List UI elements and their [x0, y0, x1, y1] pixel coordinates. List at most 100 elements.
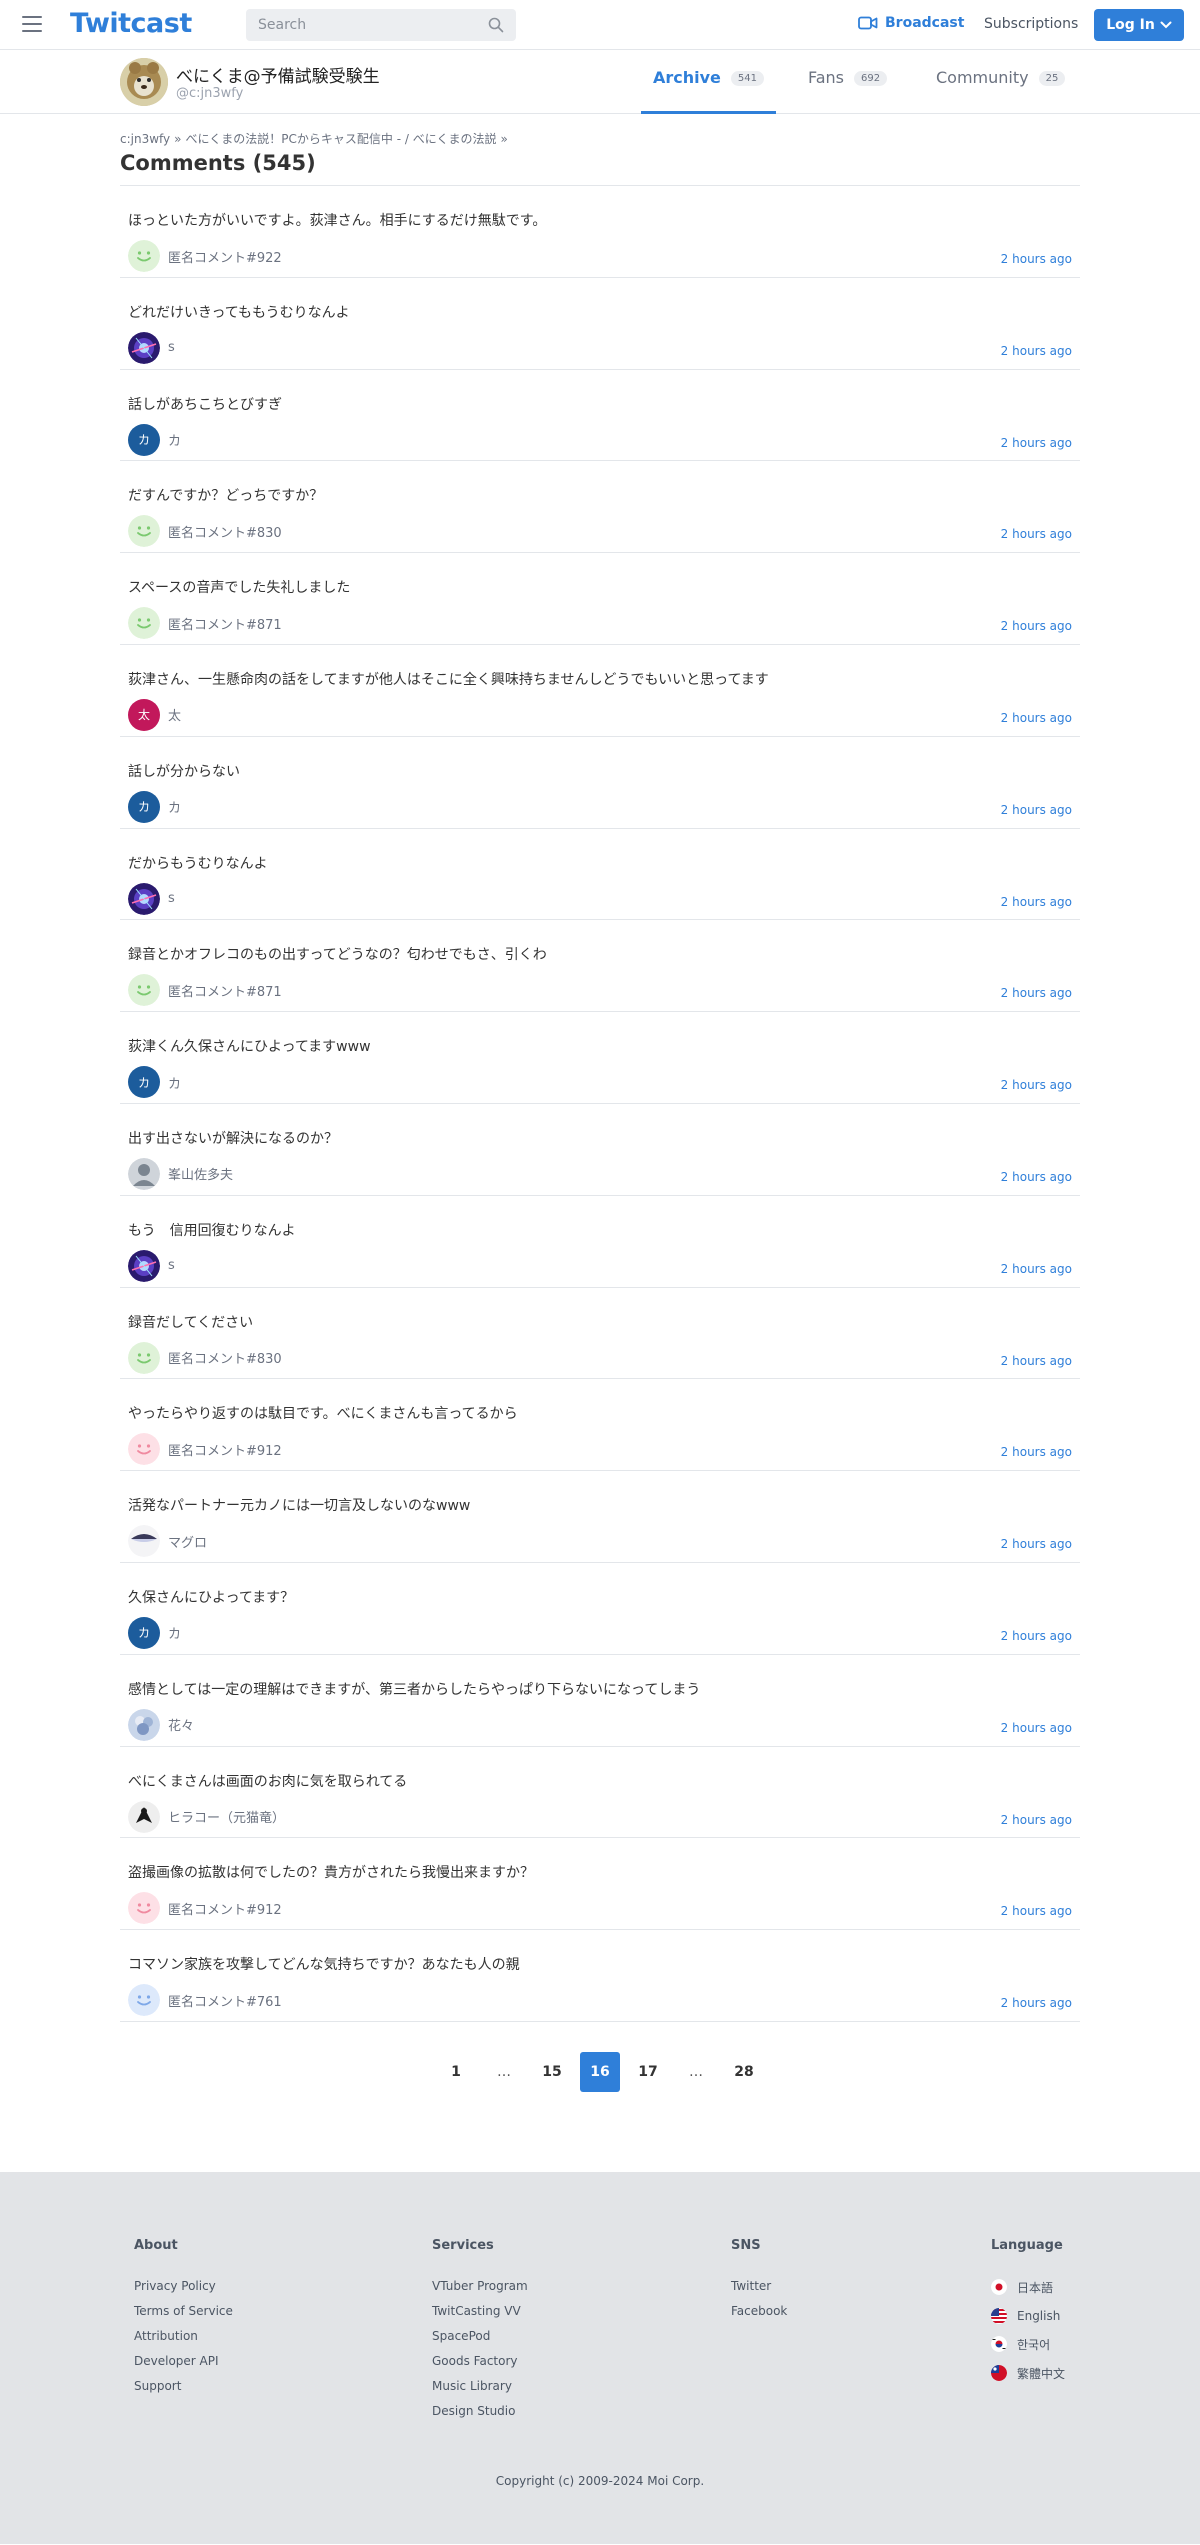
author-name[interactable]: 峯山佐多夫: [168, 1164, 233, 1183]
author-name[interactable]: 匿名コメント#871: [168, 981, 282, 1000]
language-option-ja[interactable]: 日本語: [991, 2279, 1065, 2296]
author-name[interactable]: カ: [168, 1623, 181, 1642]
comment-timestamp[interactable]: 2 hours ago: [1001, 527, 1072, 541]
comment-timestamp[interactable]: 2 hours ago: [1001, 1537, 1072, 1551]
author-name[interactable]: 匿名コメント#761: [168, 1991, 282, 2010]
footer-link[interactable]: Terms of Service: [134, 2304, 233, 2318]
comment-timestamp[interactable]: 2 hours ago: [1001, 803, 1072, 817]
tab-fans[interactable]: Fans 692: [808, 68, 888, 114]
author-name[interactable]: 匿名コメント#912: [168, 1440, 282, 1459]
menu-icon[interactable]: [22, 16, 42, 32]
author-name[interactable]: 匿名コメント#871: [168, 614, 282, 633]
language-option-zh-tw[interactable]: 繁體中文: [991, 2365, 1065, 2382]
footer-link[interactable]: Goods Factory: [432, 2354, 528, 2368]
footer-link[interactable]: Attribution: [134, 2329, 233, 2343]
language-option-ko[interactable]: 한국어: [991, 2336, 1065, 2353]
user-avatar[interactable]: [128, 1341, 160, 1374]
footer-link-twitter[interactable]: Twitter: [731, 2279, 787, 2293]
author-name[interactable]: 匿名コメント#922: [168, 247, 282, 266]
page-button[interactable]: 16: [580, 2051, 620, 2092]
author-name[interactable]: s: [168, 891, 175, 906]
page-button[interactable]: 15: [532, 2052, 572, 2092]
user-avatar[interactable]: カ: [128, 423, 160, 456]
profile-name[interactable]: べにくま@予備試験受験生: [176, 62, 380, 87]
footer-link[interactable]: Design Studio: [432, 2404, 528, 2418]
author-name[interactable]: ヒラコー（元猫竜）: [168, 1807, 285, 1826]
comment-timestamp[interactable]: 2 hours ago: [1001, 436, 1072, 450]
user-avatar[interactable]: [128, 240, 160, 272]
page-button[interactable]: 28: [724, 2052, 764, 2092]
footer-link-facebook[interactable]: Facebook: [731, 2304, 787, 2318]
user-avatar[interactable]: カ: [128, 1616, 160, 1649]
comment-timestamp[interactable]: 2 hours ago: [1001, 1721, 1072, 1735]
footer-link[interactable]: TwitCasting VV: [432, 2304, 528, 2318]
breadcrumb-item-user[interactable]: c:jn3wfy: [120, 132, 170, 146]
footer-link[interactable]: VTuber Program: [432, 2279, 528, 2293]
comment-timestamp[interactable]: 2 hours ago: [1001, 711, 1072, 725]
footer-link[interactable]: Support: [134, 2379, 233, 2393]
comment-timestamp[interactable]: 2 hours ago: [1001, 1629, 1072, 1643]
user-avatar[interactable]: カ: [128, 1066, 160, 1099]
comment-timestamp[interactable]: 2 hours ago: [1001, 1170, 1072, 1184]
user-avatar[interactable]: [128, 1708, 160, 1741]
user-avatar[interactable]: 太: [128, 698, 160, 731]
search-icon[interactable]: [488, 17, 504, 33]
author-name[interactable]: 太: [168, 705, 181, 724]
user-avatar[interactable]: [128, 1800, 160, 1833]
comment-timestamp[interactable]: 2 hours ago: [1001, 1813, 1072, 1827]
author-name[interactable]: 匿名コメント#912: [168, 1899, 282, 1918]
language-option-en[interactable]: English: [991, 2307, 1065, 2324]
comment-timestamp[interactable]: 2 hours ago: [1001, 1078, 1072, 1092]
search-input[interactable]: [258, 17, 488, 33]
comment-timestamp[interactable]: 2 hours ago: [1001, 1904, 1072, 1918]
author-name[interactable]: 匿名コメント#830: [168, 522, 282, 541]
comment-timestamp[interactable]: 2 hours ago: [1001, 1262, 1072, 1276]
user-avatar[interactable]: [128, 607, 160, 640]
user-avatar[interactable]: カ: [128, 790, 160, 823]
comment-timestamp[interactable]: 2 hours ago: [1001, 986, 1072, 1000]
footer-link[interactable]: Privacy Policy: [134, 2279, 233, 2293]
author-name[interactable]: s: [168, 340, 175, 355]
breadcrumb-item-movie[interactable]: べにくまの法説！PCからキャス配信中 - / べにくまの法説: [186, 132, 497, 146]
comment-timestamp[interactable]: 2 hours ago: [1001, 619, 1072, 633]
search-bar[interactable]: [246, 9, 516, 41]
tab-community[interactable]: Community 25: [936, 68, 1066, 114]
author-name[interactable]: s: [168, 1258, 175, 1273]
subscriptions-link[interactable]: Subscriptions: [984, 16, 1078, 32]
author-name[interactable]: マグロ: [168, 1532, 207, 1551]
footer-link[interactable]: SpacePod: [432, 2329, 528, 2343]
user-avatar[interactable]: [128, 1157, 160, 1190]
broadcast-button[interactable]: Broadcast: [858, 15, 964, 31]
footer-heading: SNS: [731, 2237, 761, 2253]
user-avatar[interactable]: [128, 1984, 160, 2017]
author-name[interactable]: 匿名コメント#830: [168, 1348, 282, 1367]
user-avatar[interactable]: [128, 1525, 160, 1558]
user-avatar[interactable]: [128, 331, 160, 364]
footer-link[interactable]: Developer API: [134, 2354, 233, 2368]
tab-archive[interactable]: Archive 541: [641, 68, 776, 114]
tab-count: 541: [730, 71, 764, 86]
comment-timestamp[interactable]: 2 hours ago: [1001, 1445, 1072, 1459]
comment-timestamp[interactable]: 2 hours ago: [1001, 1996, 1072, 2010]
author-name[interactable]: 花々: [168, 1715, 194, 1734]
user-avatar[interactable]: [128, 882, 160, 915]
user-avatar[interactable]: [128, 1433, 160, 1466]
footer-link[interactable]: Music Library: [432, 2379, 528, 2393]
author-name[interactable]: カ: [168, 430, 181, 449]
user-avatar[interactable]: [128, 974, 160, 1007]
author-name[interactable]: カ: [168, 1073, 181, 1092]
page-button[interactable]: 1: [436, 2052, 476, 2092]
profile-avatar[interactable]: [120, 58, 168, 106]
user-avatar[interactable]: [128, 1892, 160, 1925]
comment-timestamp[interactable]: 2 hours ago: [1001, 1354, 1072, 1368]
comment-timestamp[interactable]: 2 hours ago: [1001, 252, 1072, 266]
comment-timestamp[interactable]: 2 hours ago: [1001, 344, 1072, 358]
user-avatar[interactable]: [128, 515, 160, 548]
logo[interactable]: Twitcast: [70, 8, 192, 39]
login-button[interactable]: Log In: [1094, 9, 1184, 41]
broadcast-label: Broadcast: [885, 15, 965, 31]
author-name[interactable]: カ: [168, 797, 181, 816]
comment-timestamp[interactable]: 2 hours ago: [1001, 895, 1072, 909]
page-button[interactable]: 17: [628, 2052, 668, 2092]
user-avatar[interactable]: [128, 1249, 160, 1282]
